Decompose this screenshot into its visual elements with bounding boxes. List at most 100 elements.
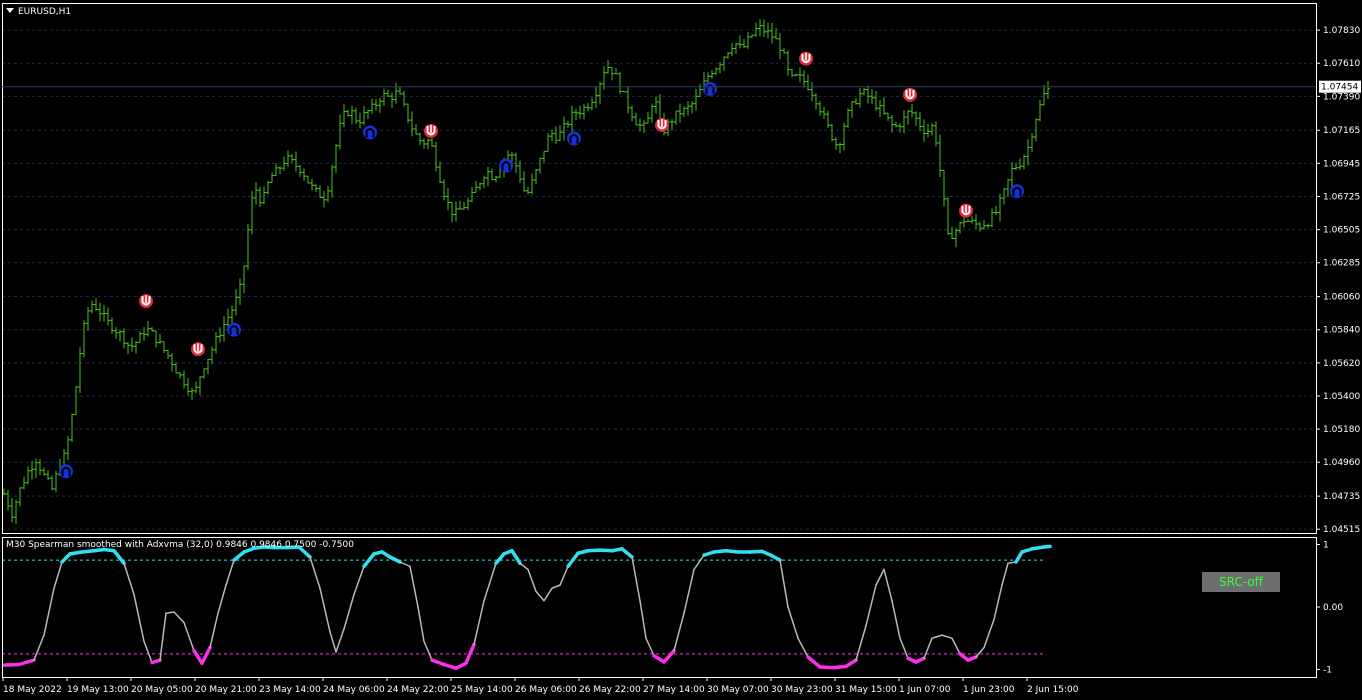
chart-canvas[interactable]: 1.07830 1.07610 1.07390 1.07165 1.06945 1.067…: [0, 0, 1362, 700]
symbol-header[interactable]: EURUSD,H1: [6, 7, 71, 17]
time-tick-label: 26 May 22:00: [579, 685, 641, 695]
ohlc-bar: [746, 32, 750, 49]
ohlc-bar: [70, 413, 74, 442]
ohlc-bar: [614, 67, 618, 75]
ohlc-bar: [958, 221, 962, 234]
ohlc-bar: [578, 105, 582, 119]
time-tick-label: 25 May 14:00: [451, 685, 513, 695]
ohlc-bar: [802, 70, 806, 88]
ohlc-bar: [590, 97, 594, 111]
price-tick-label: 1.06285: [1323, 259, 1360, 269]
ohlc-bar: [314, 184, 318, 193]
ohlc-bar: [718, 62, 722, 74]
ohlc-bar: [274, 163, 278, 177]
ohlc-bar: [234, 289, 238, 316]
ohlc-bar: [6, 489, 10, 511]
signal-circle: [1010, 184, 1024, 199]
ohlc-bar: [242, 265, 246, 294]
osc-segment: [335, 628, 345, 653]
ohlc-bar: [1026, 139, 1030, 166]
ohlc-bar: [562, 116, 566, 141]
ohlc-bar: [74, 386, 78, 416]
osc-segment-high: [362, 552, 376, 569]
ohlc-bar: [22, 476, 26, 490]
ohlc-bar: [454, 201, 458, 222]
ohlc-bar: [1038, 100, 1042, 122]
ohlc-bar: [830, 124, 834, 142]
ohlc-bar: [34, 458, 38, 478]
osc-segment: [883, 568, 893, 602]
price-tick-label: 1.06725: [1323, 192, 1360, 202]
ohlc-bar: [362, 106, 366, 126]
ohlc-bar: [878, 99, 882, 118]
dropdown-triangle-icon[interactable]: [6, 8, 14, 13]
osc-segment: [319, 587, 331, 633]
osc-segment-high: [1042, 544, 1052, 549]
ohlc-bar: [222, 316, 226, 342]
osc-segment: [779, 559, 789, 608]
ohlc-bar: [162, 341, 166, 354]
signal-circle: [499, 158, 513, 173]
ohlc-bar: [98, 302, 102, 322]
ohlc-bar: [270, 172, 274, 183]
ohlc-bar: [486, 166, 490, 187]
main-pane-border: [2, 3, 1317, 534]
main-grid: [2, 29, 1316, 530]
ohlc-bar: [974, 214, 978, 229]
ohlc-bar: [950, 226, 954, 240]
osc-segment: [329, 631, 337, 653]
ohlc-bar: [762, 19, 766, 37]
ohlc-bar: [194, 381, 198, 394]
ohlc-bar: [818, 101, 822, 116]
osc-segment: [53, 561, 63, 589]
ohlc-bar: [670, 119, 674, 131]
ohlc-bar: [810, 82, 814, 102]
sell-signal-icon: [139, 294, 153, 309]
ohlc-bar: [634, 112, 638, 126]
ohlc-bar: [466, 197, 470, 211]
osc-segment: [43, 587, 55, 636]
ohlc-bar: [310, 178, 314, 191]
ohlc-bar: [278, 166, 282, 175]
osc-segment: [519, 562, 529, 571]
price-tick-label: 1.06060: [1323, 293, 1360, 303]
ohlc-bar: [698, 84, 702, 97]
ohlc-bar: [898, 123, 902, 133]
ohlc-bar: [622, 90, 626, 93]
osc-segment: [891, 600, 901, 639]
osc-segment: [787, 606, 799, 639]
ohlc-bar: [542, 150, 546, 163]
ohlc-bar: [606, 59, 610, 74]
ohlc-bar: [586, 103, 590, 112]
osc-segment: [1001, 562, 1009, 586]
price-tick-label: 1.04735: [1323, 492, 1360, 502]
ohlc-bar: [146, 320, 150, 337]
ohlc-bar: [398, 87, 402, 95]
osc-segment-high: [620, 547, 634, 559]
osc-segment-low: [844, 658, 858, 669]
ohlc-bar: [394, 82, 398, 104]
ohlc-bar: [826, 111, 830, 128]
buy-signal-icon: [59, 464, 73, 479]
ohlc-bar: [906, 109, 910, 125]
osc-segment: [535, 590, 545, 602]
ohlc-bar: [534, 169, 538, 185]
osc-segment: [683, 568, 695, 614]
ohlc-bar: [90, 300, 94, 314]
ohlc-bar: [1042, 85, 1046, 106]
price-tick-label: 1.05400: [1323, 392, 1360, 402]
price-tick-label: 1.04515: [1323, 525, 1360, 535]
ohlc-bar: [66, 436, 70, 461]
osc-segment: [165, 611, 175, 614]
osc-segment-low: [430, 658, 446, 667]
ohlc-bar: [930, 123, 934, 136]
ohlc-bar: [334, 143, 338, 173]
ohlc-bar: [374, 99, 378, 111]
price-tick-label: 1.06945: [1323, 159, 1360, 169]
ohlc-bar: [882, 97, 886, 115]
ohlc-bar: [526, 187, 530, 195]
ohlc-bar: [782, 47, 786, 54]
ohlc-bar: [994, 205, 998, 216]
src-toggle-button[interactable]: SRC-off: [1202, 572, 1280, 592]
osc-segment: [693, 554, 705, 571]
